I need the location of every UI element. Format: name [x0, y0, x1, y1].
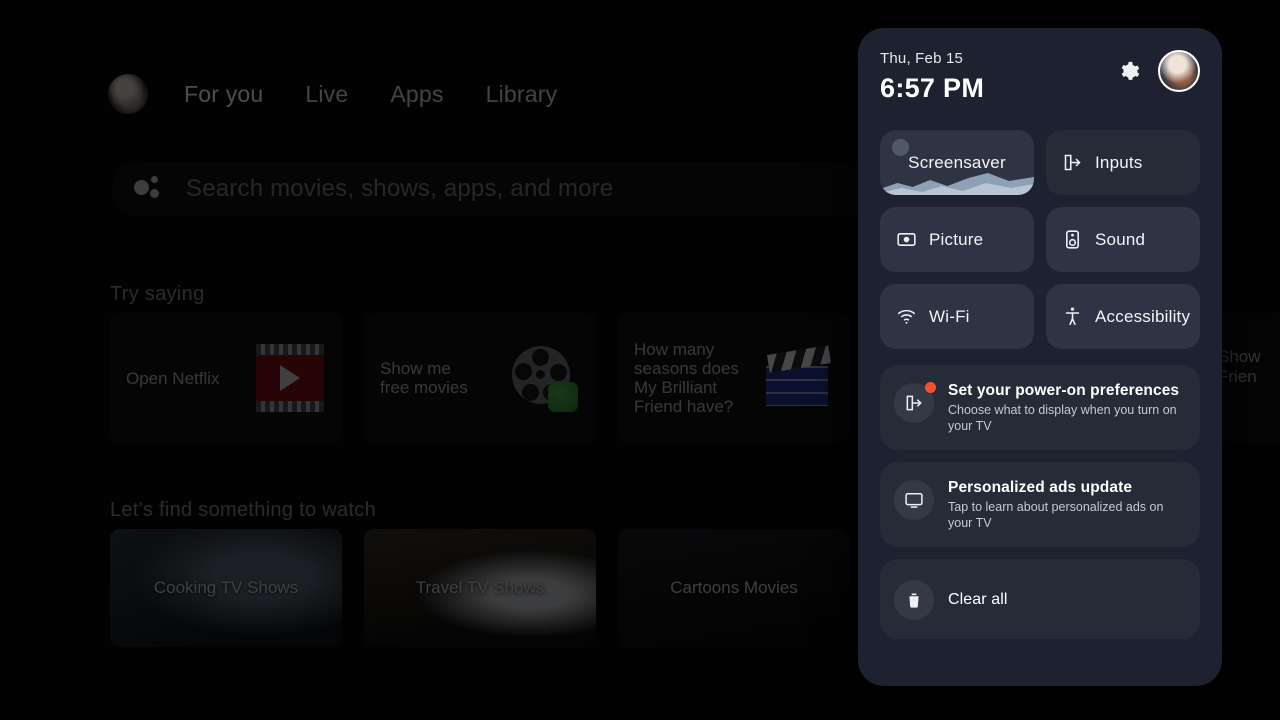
notification-title: Personalized ads update — [948, 479, 1133, 496]
notification-body: Tap to learn about personalized ads on y… — [948, 500, 1164, 530]
notification-body: Choose what to display when you turn on … — [948, 403, 1177, 433]
film-reel-icon — [510, 344, 578, 412]
watch-card-travel[interactable]: Travel TV Shows — [364, 529, 596, 647]
screensaver-landscape-icon — [892, 139, 909, 156]
unread-badge-dot — [925, 382, 936, 393]
watch-card-label: Travel TV Shows — [415, 578, 545, 597]
find-something-title: Let's find something to watch — [110, 499, 376, 521]
notification-power-on-preferences[interactable]: Set your power-on preferences Choose wha… — [880, 365, 1200, 450]
accessibility-icon — [1065, 307, 1080, 326]
find-something-row: Cooking TV Shows Travel TV Shows Cartoon… — [110, 529, 850, 647]
inputs-icon — [1064, 154, 1081, 171]
sound-speaker-icon — [1066, 230, 1079, 249]
header-actions — [1116, 50, 1200, 92]
tile-label: Inputs — [1095, 152, 1143, 172]
try-card-label: Show Frien — [1218, 347, 1261, 386]
clear-all-label: Clear all — [948, 590, 1008, 608]
quick-settings-panel: Thu, Feb 15 6:57 PM Screensaver Inputs P… — [858, 28, 1222, 686]
tile-wifi[interactable]: Wi-Fi — [880, 284, 1034, 349]
notification-title: Set your power-on preferences — [948, 382, 1180, 399]
try-card-free-movies[interactable]: Show me free movies — [364, 313, 596, 443]
top-navigation-bar: For you Live Apps Library — [108, 74, 563, 114]
tile-screensaver[interactable]: Screensaver — [880, 130, 1034, 195]
notification-personalized-ads[interactable]: Personalized ads update Tap to learn abo… — [880, 462, 1200, 547]
tile-label: Screensaver — [908, 152, 1006, 172]
screensaver-hills-art — [880, 173, 1034, 195]
tile-label: Wi-Fi — [929, 306, 970, 326]
quick-settings-header: Thu, Feb 15 6:57 PM — [880, 50, 1200, 124]
notifications-list: Set your power-on preferences Choose wha… — [880, 365, 1200, 639]
nav-tab-library[interactable]: Library — [480, 79, 564, 110]
notification-text: Personalized ads update Tap to learn abo… — [948, 478, 1180, 531]
notification-icon-wrap — [894, 480, 934, 520]
nav-tab-live[interactable]: Live — [299, 79, 354, 110]
tile-sound[interactable]: Sound — [1046, 207, 1200, 272]
nav-tab-apps[interactable]: Apps — [384, 79, 449, 110]
notification-icon-wrap — [894, 382, 936, 423]
tv-screen: For you Live Apps Library Search movies,… — [0, 0, 1280, 720]
try-saying-row: Open Netflix Show me free movies How man… — [110, 313, 850, 443]
tile-picture[interactable]: Picture — [880, 207, 1034, 272]
trash-icon — [909, 593, 919, 608]
try-card-label: How many seasons does My Brilliant Frien… — [634, 340, 739, 416]
watch-card-label: Cooking TV Shows — [153, 578, 299, 597]
wifi-icon — [897, 309, 916, 324]
film-frame-icon — [256, 344, 324, 412]
nav-tab-for-you[interactable]: For you — [178, 79, 269, 110]
clear-all-text: Clear all — [948, 590, 1008, 609]
tile-label: Picture — [929, 229, 984, 249]
clear-all-button[interactable]: Clear all — [880, 559, 1200, 639]
notification-icon-wrap — [894, 580, 934, 620]
tile-label: Accessibility — [1095, 306, 1191, 326]
try-card-label: Open Netflix — [126, 368, 220, 388]
tile-label: Sound — [1095, 229, 1146, 249]
try-card-open-netflix[interactable]: Open Netflix — [110, 313, 342, 443]
tile-accessibility[interactable]: Accessibility — [1046, 284, 1200, 349]
try-card-label: Show me free movies — [380, 359, 468, 397]
clapperboard-icon — [764, 344, 832, 412]
search-input[interactable]: Search movies, shows, apps, and more — [186, 175, 613, 203]
watch-card-cartoons[interactable]: Cartoons Movies — [618, 529, 850, 647]
try-saying-title: Try saying — [110, 283, 205, 305]
inputs-icon — [906, 395, 922, 411]
gear-icon[interactable] — [1116, 58, 1142, 84]
google-assistant-icon — [134, 174, 164, 204]
notification-text: Set your power-on preferences Choose wha… — [948, 381, 1180, 434]
account-avatar[interactable] — [1158, 50, 1200, 92]
tile-inputs[interactable]: Inputs — [1046, 130, 1200, 195]
picture-icon — [897, 233, 916, 246]
tv-monitor-icon — [905, 493, 923, 508]
try-card-my-brilliant-friend[interactable]: How many seasons does My Brilliant Frien… — [618, 313, 850, 443]
watch-card-label: Cartoons Movies — [670, 578, 798, 597]
profile-avatar[interactable] — [108, 74, 148, 114]
watch-card-cooking[interactable]: Cooking TV Shows — [110, 529, 342, 647]
quick-settings-tiles: Screensaver Inputs Picture Sound Wi-Fi A… — [880, 130, 1200, 349]
